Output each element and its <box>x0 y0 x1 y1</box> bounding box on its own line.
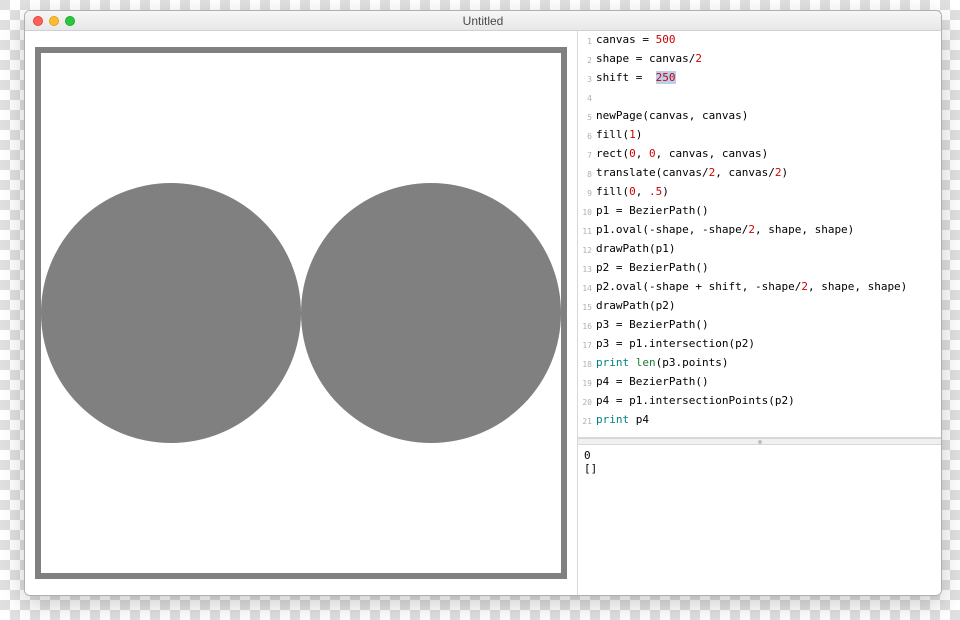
line-number: 8 <box>578 164 596 183</box>
line-number: 17 <box>578 335 596 354</box>
code-line[interactable]: 21print p4 <box>578 411 941 430</box>
line-number: 10 <box>578 202 596 221</box>
code-content[interactable]: print p4 <box>596 411 649 428</box>
code-line[interactable]: 13p2 = BezierPath() <box>578 259 941 278</box>
code-line[interactable]: 1canvas = 500 <box>578 31 941 50</box>
code-line[interactable]: 11p1.oval(-shape, -shape/2, shape, shape… <box>578 221 941 240</box>
canvas-pane <box>25 31 578 595</box>
line-number: 15 <box>578 297 596 316</box>
line-number: 6 <box>578 126 596 145</box>
code-content[interactable]: p2.oval(-shape + shift, -shape/2, shape,… <box>596 278 907 295</box>
code-content[interactable]: newPage(canvas, canvas) <box>596 107 748 124</box>
code-content[interactable]: translate(canvas/2, canvas/2) <box>596 164 788 181</box>
code-line[interactable]: 12drawPath(p1) <box>578 240 941 259</box>
code-line[interactable]: 5newPage(canvas, canvas) <box>578 107 941 126</box>
code-content[interactable]: p4 = p1.intersectionPoints(p2) <box>596 392 795 409</box>
titlebar[interactable]: Untitled <box>25 11 941 31</box>
line-number: 9 <box>578 183 596 202</box>
code-line[interactable]: 20p4 = p1.intersectionPoints(p2) <box>578 392 941 411</box>
code-line[interactable]: 18print len(p3.points) <box>578 354 941 373</box>
code-line[interactable]: 4 <box>578 88 941 107</box>
close-icon[interactable] <box>33 16 43 26</box>
code-content[interactable]: p2 = BezierPath() <box>596 259 709 276</box>
line-number: 11 <box>578 221 596 240</box>
line-number: 14 <box>578 278 596 297</box>
line-number: 18 <box>578 354 596 373</box>
line-number: 13 <box>578 259 596 278</box>
line-number: 22 <box>578 430 596 438</box>
code-line[interactable]: 10p1 = BezierPath() <box>578 202 941 221</box>
code-content[interactable]: fill(1) <box>596 126 642 143</box>
line-number: 2 <box>578 50 596 69</box>
code-line[interactable]: 6fill(1) <box>578 126 941 145</box>
oval-shape-1 <box>41 183 301 443</box>
app-window: Untitled 1canvas = 5002shape = canvas/23… <box>24 10 942 596</box>
window-title: Untitled <box>25 14 941 28</box>
code-line[interactable]: 19p4 = BezierPath() <box>578 373 941 392</box>
line-number: 5 <box>578 107 596 126</box>
pane-divider[interactable] <box>578 438 941 445</box>
line-number: 1 <box>578 31 596 50</box>
code-line[interactable]: 3shift = 250 <box>578 69 941 88</box>
code-content[interactable]: p1.oval(-shape, -shape/2, shape, shape) <box>596 221 854 238</box>
canvas <box>41 53 561 573</box>
code-line[interactable]: 22 <box>578 430 941 438</box>
line-number: 4 <box>578 88 596 107</box>
code-line[interactable]: 2shape = canvas/2 <box>578 50 941 69</box>
code-content[interactable]: canvas = 500 <box>596 31 675 48</box>
canvas-border <box>35 47 567 579</box>
line-number: 20 <box>578 392 596 411</box>
code-content[interactable] <box>596 430 603 438</box>
content-area: 1canvas = 5002shape = canvas/23shift = 2… <box>25 31 941 595</box>
code-content[interactable]: drawPath(p1) <box>596 240 675 257</box>
code-content[interactable]: p4 = BezierPath() <box>596 373 709 390</box>
output-console[interactable]: 0 [] <box>578 445 941 595</box>
code-content[interactable] <box>596 88 603 105</box>
code-line[interactable]: 15drawPath(p2) <box>578 297 941 316</box>
code-content[interactable]: shift = 250 <box>596 69 676 86</box>
maximize-icon[interactable] <box>65 16 75 26</box>
code-content[interactable]: p1 = BezierPath() <box>596 202 709 219</box>
line-number: 16 <box>578 316 596 335</box>
code-content[interactable]: print len(p3.points) <box>596 354 728 371</box>
code-line[interactable]: 16p3 = BezierPath() <box>578 316 941 335</box>
code-content[interactable]: p3 = BezierPath() <box>596 316 709 333</box>
line-number: 7 <box>578 145 596 164</box>
line-number: 21 <box>578 411 596 430</box>
right-pane: 1canvas = 5002shape = canvas/23shift = 2… <box>578 31 941 595</box>
code-line[interactable]: 8translate(canvas/2, canvas/2) <box>578 164 941 183</box>
code-editor[interactable]: 1canvas = 5002shape = canvas/23shift = 2… <box>578 31 941 438</box>
line-number: 12 <box>578 240 596 259</box>
code-content[interactable]: rect(0, 0, canvas, canvas) <box>596 145 768 162</box>
code-line[interactable]: 9fill(0, .5) <box>578 183 941 202</box>
code-line[interactable]: 17p3 = p1.intersection(p2) <box>578 335 941 354</box>
code-line[interactable]: 14p2.oval(-shape + shift, -shape/2, shap… <box>578 278 941 297</box>
traffic-lights <box>33 16 75 26</box>
line-number: 3 <box>578 69 596 88</box>
line-number: 19 <box>578 373 596 392</box>
code-content[interactable]: fill(0, .5) <box>596 183 669 200</box>
oval-shape-2 <box>301 183 561 443</box>
minimize-icon[interactable] <box>49 16 59 26</box>
code-content[interactable]: shape = canvas/2 <box>596 50 702 67</box>
code-line[interactable]: 7rect(0, 0, canvas, canvas) <box>578 145 941 164</box>
code-content[interactable]: drawPath(p2) <box>596 297 675 314</box>
code-content[interactable]: p3 = p1.intersection(p2) <box>596 335 755 352</box>
